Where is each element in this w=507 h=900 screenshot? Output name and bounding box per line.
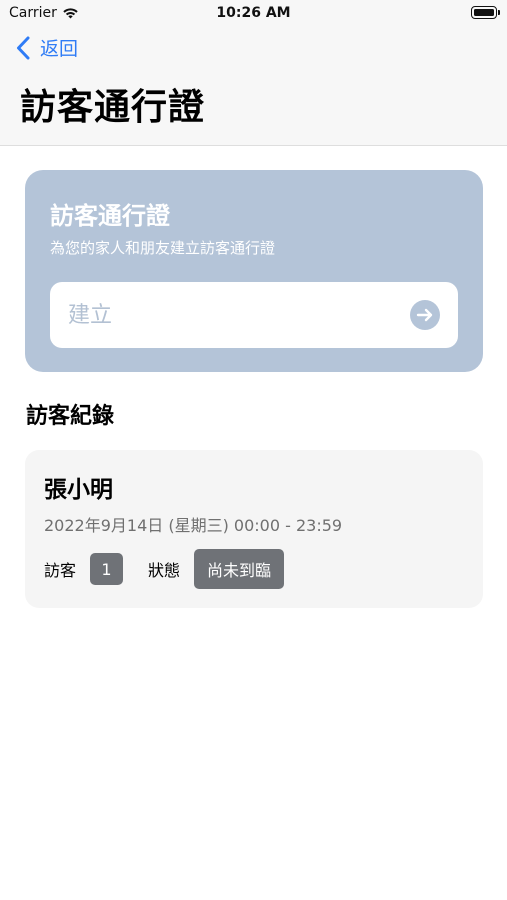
back-button[interactable]: 返回 <box>16 34 78 61</box>
battery-icon <box>471 6 500 19</box>
page-title: 訪客通行證 <box>20 87 206 128</box>
create-pass-field <box>50 282 458 348</box>
status-time: 10:26 AM <box>216 5 291 21</box>
visitors-label: 訪客 <box>44 561 77 580</box>
status-badge: 尚未到臨 <box>194 549 285 589</box>
visitor-record-card[interactable]: 張小明 2022年9月14日 (星期三) 00:00 - 23:59 訪客 1 … <box>25 450 483 608</box>
status-label: 狀態 <box>148 561 181 580</box>
create-pass-input[interactable] <box>68 282 388 348</box>
visitor-name: 張小明 <box>44 477 113 503</box>
submit-button[interactable] <box>410 300 440 330</box>
records-section-title: 訪客紀錄 <box>26 404 115 429</box>
pass-card-subtitle: 為您的家人和朋友建立訪客通行證 <box>50 239 276 257</box>
chevron-left-icon <box>17 36 30 59</box>
visit-date-range: 2022年9月14日 (星期三) 00:00 - 23:59 <box>44 516 343 535</box>
pass-card-title: 訪客通行證 <box>50 202 170 230</box>
navigation-bar: 返回 訪客通行證 <box>0 28 507 146</box>
back-label: 返回 <box>40 38 79 60</box>
visitor-pass-card: 訪客通行證 為您的家人和朋友建立訪客通行證 <box>25 170 483 372</box>
visitor-count-badge: 1 <box>90 553 124 585</box>
arrow-right-circle-icon <box>416 308 433 322</box>
status-bar: Carrier 10:26 AM <box>0 0 507 28</box>
record-details-row: 訪客 1 狀態 尚未到臨 <box>44 549 285 589</box>
